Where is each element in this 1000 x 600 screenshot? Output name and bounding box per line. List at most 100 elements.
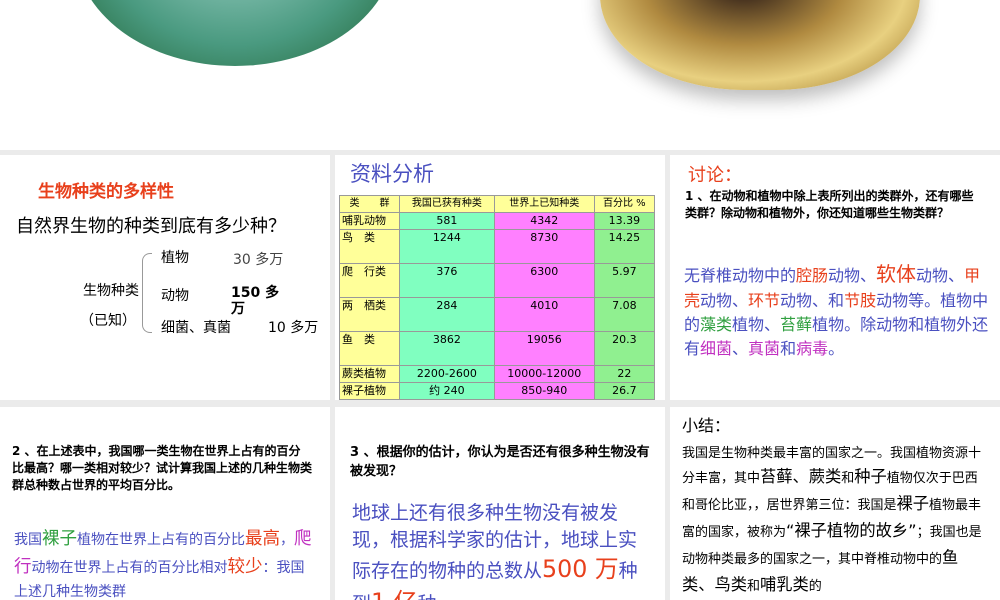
item-count: 30 多万	[233, 252, 284, 268]
species-table: 类 群我国已获有种类 世界上已知种类 百分比 % 哺乳动物 581 4342 13.39 鸟…	[339, 195, 656, 400]
earth-globe-image	[75, 0, 395, 66]
slide-diversity[interactable]: 生物种类的多样性 自然界生物的种类到底有多少种？ 生物种类 （已知） 植物 30…	[0, 155, 330, 400]
text-segment: 和	[747, 578, 761, 594]
text-segment: 植物、	[732, 315, 781, 334]
table-cell: 376	[399, 263, 495, 298]
text-segment: 。	[828, 339, 845, 358]
table-row: 鸟 类 1244 8730 14.25	[339, 229, 656, 264]
table-cell: 26.7	[593, 382, 656, 400]
item-count: 10 多万	[268, 320, 319, 336]
column-header: 世界上已知种类	[493, 195, 595, 213]
table-row: 哺乳动物 581 4342 13.39	[339, 212, 656, 230]
slide-discussion[interactable]: 讨论： 1 、在动物和植物中除上表所列出的类群外，还有哪些类群？除动物和植物外，…	[670, 155, 1000, 400]
table-cell: 8730	[493, 229, 595, 264]
text-segment: 种子	[854, 467, 887, 487]
text-segment: 植物在世界上占有的百分比	[77, 532, 245, 548]
item-count: 150 多万	[231, 285, 280, 317]
table-row: 鱼 类 3862 19056 20.3	[339, 331, 656, 366]
snail-shell-image	[600, 0, 920, 90]
table-cell: 4010	[493, 297, 595, 332]
text-segment: 软体	[876, 262, 917, 286]
text-segment: 较少	[227, 557, 263, 577]
question-text: 1 、在动物和植物中除上表所列出的类群外，还有哪些类群？除动物和植物外，你还知道…	[685, 189, 974, 220]
table-cell: 284	[399, 297, 495, 332]
table-cell: 鱼 类	[339, 331, 400, 366]
text-segment: 真菌	[748, 339, 781, 358]
table-row: 裸子植物约 240 850-940 26.7	[339, 382, 656, 400]
text-segment: 细菌	[700, 339, 733, 358]
table-cell: 蕨类植物	[339, 365, 400, 383]
text-segment: 我国	[14, 532, 42, 548]
slide-question-3[interactable]: 3 、根据你的估计，你认为是否还有很多种生物没有被发现？ 地球上还有很多种生物没…	[335, 407, 665, 600]
text-segment: 动物、	[700, 291, 749, 310]
column-header: 百分比 %	[593, 195, 656, 213]
text-segment: 1 亿	[371, 588, 417, 600]
table-cell: 裸子植物	[339, 382, 400, 400]
text-segment: 哺乳类	[760, 574, 809, 594]
table-cell: 850-940	[493, 382, 595, 400]
slide-data-analysis[interactable]: 资料分析 类 群我国已获有种类 世界上已知种类 百分比 % 哺乳动物 581 4342 1…	[335, 155, 665, 400]
table-cell: 6300	[493, 263, 595, 298]
text-segment: 、	[732, 339, 749, 358]
text-segment: 500 万	[542, 555, 619, 584]
slide-title: 资料分析	[350, 162, 434, 186]
table-cell: 哺乳动物	[339, 212, 400, 230]
brace-icon	[142, 253, 152, 333]
slide-title: 讨论：	[688, 165, 742, 186]
table-cell: 鸟 类	[339, 229, 400, 264]
text-segment: 环节	[748, 291, 781, 310]
text-segment: 最高	[245, 529, 280, 549]
table-cell: 1244	[399, 229, 495, 264]
table-cell: 约 240	[399, 382, 495, 400]
text-segment: 裸子	[42, 529, 77, 549]
text-segment: “裸子植物的故乡”	[786, 521, 917, 541]
table-row: 蕨类植物 2200-2600 10000-12000 22	[339, 365, 656, 383]
text-segment: 节肢	[844, 291, 877, 310]
text-segment: 无脊椎动物中的	[684, 266, 797, 285]
table-cell: 爬 行类	[339, 263, 400, 298]
column-header: 类 群	[339, 195, 400, 213]
text-segment: 和	[780, 339, 797, 358]
text-segment: ，	[280, 532, 294, 548]
text-segment: 腔肠	[796, 266, 829, 285]
table-row: 两 栖类 284 4010 7.08	[339, 297, 656, 332]
text-segment: 病毒	[796, 339, 829, 358]
text-segment: 动物、和	[780, 291, 845, 310]
table-row: 爬 行类 376 6300 5.97	[339, 263, 656, 298]
table-cell: 2200-2600	[399, 365, 495, 383]
summary-text: 我国是生物种类最丰富的国家之一。我国植物资源十分丰富，其中苔藓、蕨类和种子植物仅…	[682, 443, 987, 599]
answer-text: 地球上还有很多种生物没有被发现，根据科学家的估计，地球上实际存在的物种的总数从5…	[352, 500, 642, 600]
table-cell: 14.25	[593, 229, 656, 264]
slide-question-2[interactable]: 2 、在上述表中，我国哪一类生物在世界上占有的百分比最高？哪一类相对较少？试计算…	[0, 407, 330, 600]
text-segment: 的	[808, 578, 822, 594]
text-segment: 动物在世界上占有的百分比相对	[31, 560, 228, 576]
table-body: 哺乳动物 581 4342 13.39 鸟 类 1244 8730 14.25 爬 行类 376 6…	[339, 212, 656, 400]
table-cell: 7.08	[593, 297, 656, 332]
slide-title: 生物种类的多样性	[38, 182, 174, 202]
table-cell: 22	[593, 365, 656, 383]
table-header-row: 类 群我国已获有种类 世界上已知种类 百分比 %	[339, 195, 656, 213]
item-name: 植物	[161, 250, 189, 266]
slide-title: 小结：	[682, 416, 731, 435]
text-segment: 和	[841, 471, 855, 487]
table-cell: 581	[399, 212, 495, 230]
text-segment: 藻类	[700, 315, 733, 334]
table-cell: 20.3	[593, 331, 656, 366]
answer-text: 无脊椎动物中的腔肠动物、软体动物、甲壳动物、环节动物、和节肢动物等。植物中的藻类…	[684, 259, 989, 361]
text-segment: 苔藓	[780, 315, 813, 334]
text-segment: 苔藓、蕨类	[760, 467, 842, 487]
table-cell: 13.39	[593, 212, 656, 230]
text-segment: 动物、	[828, 266, 877, 285]
question-text: 自然界生物的种类到底有多少种？	[16, 216, 286, 237]
table-cell: 19056	[493, 331, 595, 366]
table-cell: 5.97	[593, 263, 656, 298]
slide-summary[interactable]: 小结： 我国是生物种类最丰富的国家之一。我国植物资源十分丰富，其中苔藓、蕨类和种…	[670, 407, 1000, 600]
text-segment: 动物、	[916, 266, 965, 285]
column-header: 我国已获有种类	[399, 195, 495, 213]
question-text: 2 、在上述表中，我国哪一类生物在世界上占有的百分比最高？哪一类相对较少？试计算…	[12, 444, 313, 492]
answer-text: 我国裸子植物在世界上占有的百分比最高，爬行动物在世界上占有的百分比相对较少：我国…	[14, 525, 314, 600]
group-label: 生物种类	[83, 283, 139, 299]
top-images-area	[0, 0, 1000, 150]
text-segment: 种	[417, 593, 436, 600]
table-cell: 3862	[399, 331, 495, 366]
